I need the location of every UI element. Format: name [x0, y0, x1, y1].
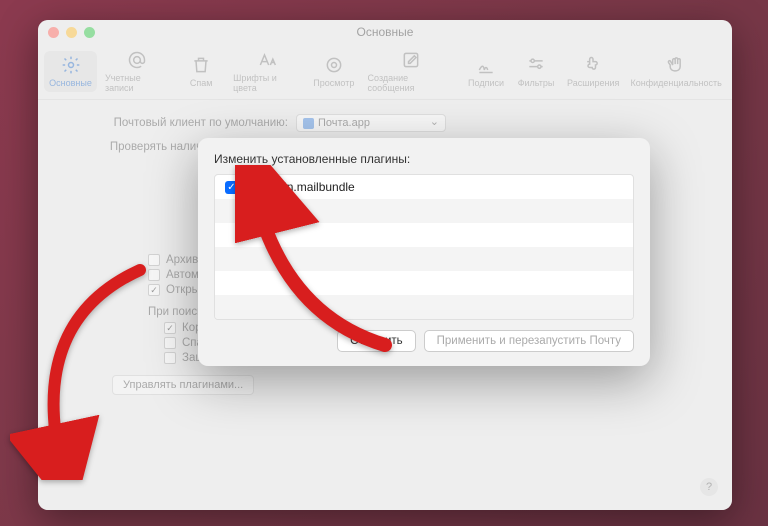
eye-icon — [324, 55, 344, 75]
trash-icon — [191, 55, 211, 75]
at-icon — [127, 50, 147, 70]
tab-fonts[interactable]: Шрифты и цвета — [227, 46, 306, 97]
tab-junk[interactable]: Спам — [177, 51, 225, 92]
plugin-row-empty — [215, 199, 633, 223]
modal-actions: Отменить Применить и перезапустить Почту — [214, 330, 634, 352]
window-title: Основные — [38, 25, 732, 39]
plugins-modal: Изменить установленные плагины: AltPlugi… — [198, 138, 650, 366]
encrypted-checkbox[interactable] — [164, 352, 176, 364]
gear-icon — [61, 55, 81, 75]
help-button[interactable]: ? — [700, 478, 718, 496]
spam-checkbox[interactable] — [164, 337, 176, 349]
default-client-select[interactable]: Почта.app — [296, 114, 446, 132]
plugin-list: AltPlugin.mailbundle — [214, 174, 634, 320]
plugin-row[interactable]: AltPlugin.mailbundle — [215, 175, 633, 199]
default-client-label: Почтовый клиент по умолчанию: — [68, 117, 288, 129]
manage-plugins-button[interactable]: Управлять плагинами... — [112, 375, 254, 395]
tab-viewing[interactable]: Просмотр — [308, 51, 359, 92]
modal-title: Изменить установленные плагины: — [214, 152, 634, 166]
tab-composing[interactable]: Создание сообщения — [362, 46, 460, 97]
compose-icon — [401, 50, 421, 70]
tab-accounts[interactable]: Учетные записи — [99, 46, 175, 97]
tab-signatures[interactable]: Подписи — [462, 51, 510, 92]
filter-icon — [526, 55, 546, 75]
plugin-row-empty — [215, 247, 633, 271]
open-checkbox[interactable] — [148, 284, 160, 296]
plugin-checkbox[interactable] — [225, 181, 238, 194]
plugin-row-empty — [215, 271, 633, 295]
archive-checkbox[interactable] — [148, 254, 160, 266]
plugin-row-empty — [215, 295, 633, 319]
plugin-name: AltPlugin.mailbundle — [246, 180, 355, 194]
tab-general[interactable]: Основные — [44, 51, 97, 92]
tab-rules[interactable]: Фильтры — [512, 51, 560, 92]
cancel-button[interactable]: Отменить — [337, 330, 416, 352]
hand-icon — [666, 55, 686, 75]
plugin-row-empty — [215, 223, 633, 247]
auto-checkbox[interactable] — [148, 269, 160, 281]
tab-privacy[interactable]: Конфиденциальность — [626, 51, 726, 92]
toolbar: Основные Учетные записи Спам Шрифты и цв… — [38, 44, 732, 100]
mail-app-icon — [303, 118, 314, 129]
titlebar: Основные — [38, 20, 732, 44]
tab-extensions[interactable]: Расширения — [562, 51, 624, 92]
fonts-icon — [257, 50, 277, 70]
apply-restart-button[interactable]: Применить и перезапустить Почту — [424, 330, 634, 352]
trash-checkbox[interactable] — [164, 322, 176, 334]
puzzle-icon — [583, 55, 603, 75]
signature-icon — [476, 55, 496, 75]
